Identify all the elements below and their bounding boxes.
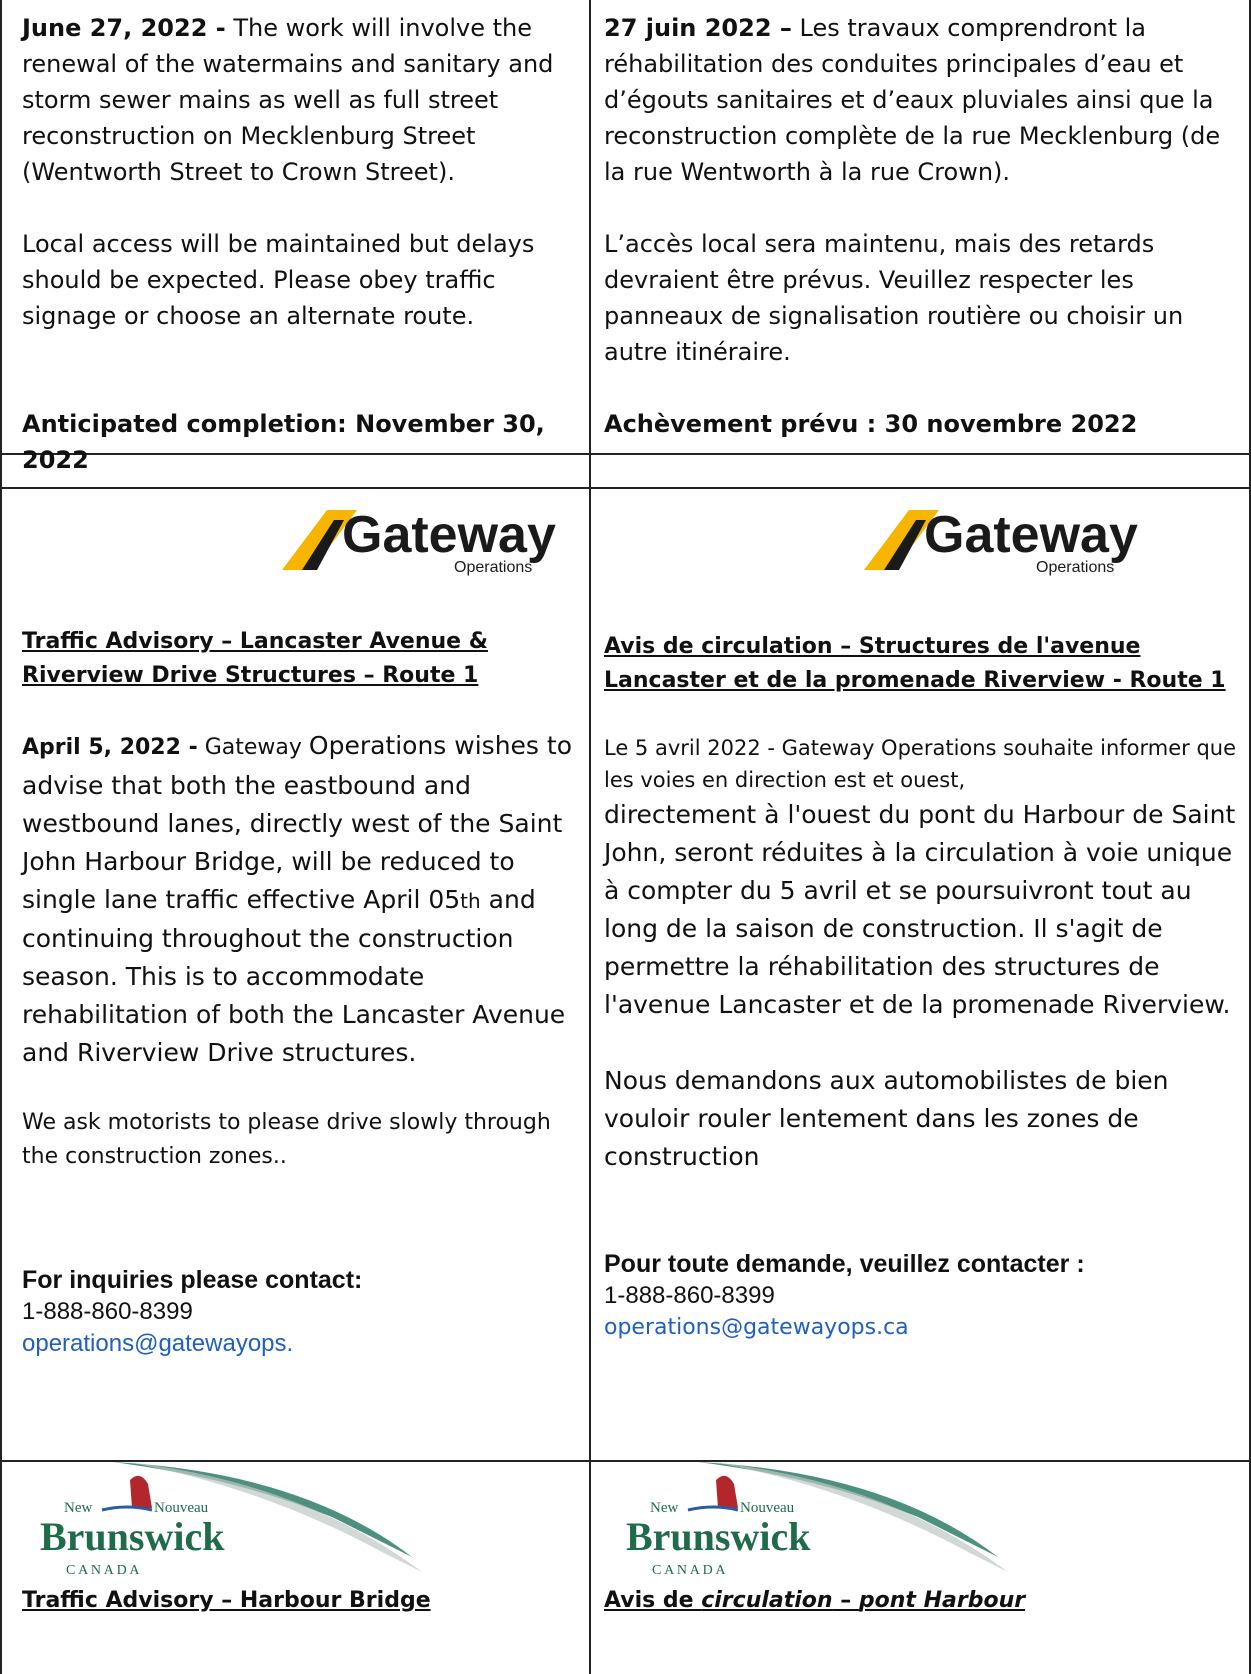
row3-en-email-link[interactable]: operations@gatewayops. (22, 1328, 582, 1360)
nb-logo-brunswick: Brunswick (626, 1514, 811, 1559)
row3-en-lead: Gateway (197, 735, 309, 760)
row3-en-contact-label: For inquiries please contact: (22, 1266, 363, 1294)
row1-en-completion: Anticipated completion: November 30, 202… (22, 410, 545, 474)
row1-en-cell: June 27, 2022 - The work will involve th… (22, 10, 582, 478)
row3-fr-phone: 1-888-860-8399 (604, 1282, 775, 1309)
row1-en-paragraph: June 27, 2022 - The work will involve th… (22, 10, 582, 190)
row3-fr-lead: Le 5 avril 2022 - Gateway Operations sou… (604, 736, 1237, 792)
row3-fr-contact-label: Pour toute demande, veuillez contacter : (604, 1250, 1085, 1278)
row1-en-access: Local access will be maintained but dela… (22, 230, 535, 330)
row3-en-title: Traffic Advisory – Lancaster Avenue & Ri… (22, 629, 488, 688)
row3-fr-title: Avis de circulation – Structures de l'av… (604, 634, 1226, 693)
row4-en-title: Traffic Advisory – Harbour Bridge (22, 1588, 431, 1613)
row1-fr-access: L’accès local sera maintenu, mais des re… (604, 230, 1184, 366)
row3-en-date: April 5, 2022 - (22, 735, 198, 760)
row3-en-phone: 1-888-860-8399 (22, 1298, 193, 1325)
table-border-middle (589, 0, 591, 1674)
row4-fr-title-c: – (832, 1588, 859, 1613)
row4-fr-title: Avis de circulation – pont Harbour (604, 1584, 1025, 1618)
row3-fr-cell: Avis de circulation – Structures de l'av… (604, 630, 1240, 1344)
gateway-operations-logo: Gateway Operations (282, 506, 556, 576)
table-border-left (0, 0, 2, 1674)
gateway-logo-sub: Operations (454, 559, 532, 576)
row3-fr-body: directement à l'ouest du pont du Harbour… (604, 800, 1236, 1019)
row1-en-date: June 27, 2022 - (22, 14, 226, 42)
row1-fr-cell: 27 juin 2022 – Les travaux comprendront … (604, 10, 1240, 442)
gateway-logo-word: Gateway (342, 506, 556, 564)
row4-fr-title-d: pont Harbour (858, 1588, 1026, 1613)
row3-en-paragraph: April 5, 2022 - Gateway Operations wishe… (22, 727, 582, 1072)
row-divider-2 (0, 487, 1251, 489)
nb-logo-canada: C A N A D A (652, 1563, 726, 1578)
row3-fr-email-link[interactable]: operations@gatewayops.ca (604, 1312, 1240, 1344)
gateway-operations-logo: Gateway Operations (864, 506, 1138, 576)
row4-fr-title-a: Avis de (604, 1588, 702, 1613)
row1-fr-paragraph: 27 juin 2022 – Les travaux comprendront … (604, 10, 1240, 190)
row3-en-sup: th (460, 889, 481, 913)
document-page: June 27, 2022 - The work will involve th… (0, 0, 1251, 1674)
row3-en-ask: We ask motorists to please drive slowly … (22, 1110, 551, 1169)
gateway-logo-word: Gateway (924, 506, 1138, 564)
nb-logo-canada: C A N A D A (66, 1563, 140, 1578)
row1-fr-completion: Achèvement prévu : 30 novembre 2022 (604, 410, 1138, 438)
row4-fr-title-b: circulation (701, 1588, 833, 1613)
nb-logo-brunswick: Brunswick (40, 1514, 225, 1559)
row3-fr-ask: Nous demandons aux automobilistes de bie… (604, 1066, 1169, 1171)
gateway-logo-sub: Operations (1036, 559, 1114, 576)
row3-en-cell: Traffic Advisory – Lancaster Avenue & Ri… (22, 625, 582, 1360)
row1-fr-date: 27 juin 2022 – (604, 14, 792, 42)
